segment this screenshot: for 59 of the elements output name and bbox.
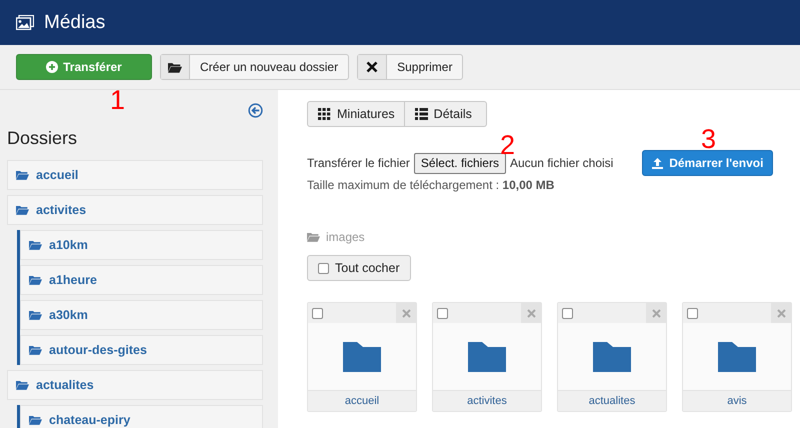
folder-icon [343,342,381,372]
list-icon [414,108,428,120]
folder-icon [307,232,320,242]
folder-icon [718,342,756,372]
folder-icon [29,310,42,320]
page-title: Médias [44,12,106,34]
folder-name[interactable]: activites [433,390,541,411]
upload-label: Transférer le fichier [307,156,410,170]
grid-icon [318,108,331,120]
folder-icon [16,380,29,390]
folder-icon [29,415,42,425]
checkbox[interactable] [687,308,698,318]
check-all-button[interactable]: Tout cocher [307,255,411,281]
folder-name[interactable]: avis [683,390,791,411]
folder-icon [593,342,631,372]
folder-item[interactable]: a1heure [20,265,263,295]
step-number: 1 [110,85,126,115]
folder-item[interactable]: actualites [7,370,263,400]
delete-icon[interactable] [771,303,791,323]
folder-card[interactable]: accueil [307,302,417,412]
collapse-left-icon[interactable] [248,103,263,118]
checkbox[interactable] [437,308,448,318]
folder-item[interactable]: activites [7,195,263,225]
image-icon [16,15,34,30]
view-button[interactable]: Miniatures [307,101,405,127]
close-icon [366,61,378,73]
folder-item[interactable]: a30km [20,300,263,330]
folder-name[interactable]: accueil [308,390,416,411]
folder-item[interactable]: chateau-epiry [20,405,263,428]
folder-item[interactable]: a10km [20,230,263,260]
start-upload-button[interactable]: Démarrer l'envoi [642,150,774,176]
plus-circle-icon [46,61,58,73]
checkbox[interactable] [312,308,323,318]
folder-item[interactable]: autour-des-gites [20,335,263,365]
upload-icon [652,158,664,168]
folder-card[interactable]: actualites [557,302,667,412]
max-size-text: Taille maximum de téléchargement : 10,00 MB [307,178,556,192]
folder-icon [468,342,506,372]
delete-button[interactable]: Supprimer [357,54,464,80]
delete-icon[interactable] [646,303,666,323]
choose-files-button[interactable]: Sélect. fichiers [414,152,506,174]
checkbox[interactable] [318,262,329,274]
folder-icon [16,205,29,215]
new-folder-button[interactable]: Créer un nouveau dossier [160,54,350,80]
sidebar-title: Dossiers [7,128,78,149]
folder-icon [29,240,42,250]
folder-icon [16,170,29,180]
folder-icon [168,62,182,72]
folder-item[interactable]: accueil [7,160,263,190]
delete-icon[interactable] [396,303,416,323]
checkbox[interactable] [562,308,573,318]
folder-icon [29,275,42,285]
delete-icon[interactable] [521,303,541,323]
view-button[interactable]: Détails [404,101,487,127]
folder-card[interactable]: avis [682,302,792,412]
folder-card[interactable]: activites [432,302,542,412]
folder-icon [29,345,42,355]
upload-button[interactable]: Transférer [16,54,152,80]
folder-name[interactable]: actualites [558,390,666,411]
